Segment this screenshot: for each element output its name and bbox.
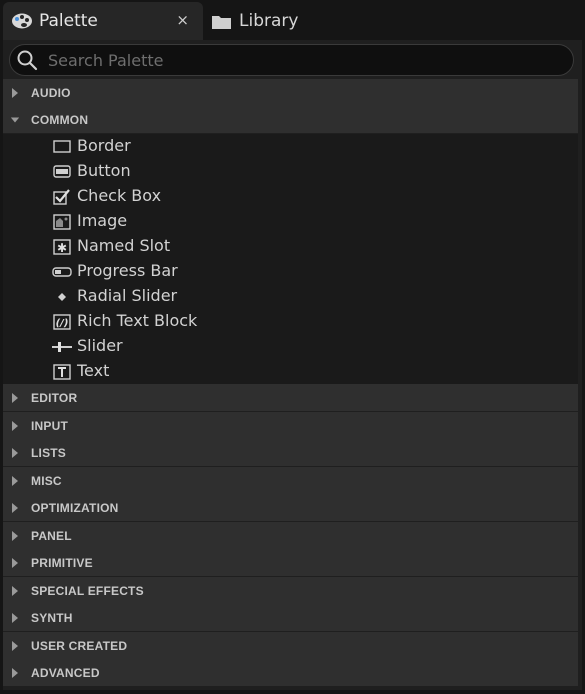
- svg-text:(/): (/): [56, 318, 69, 329]
- chevron-right-icon: [10, 612, 20, 624]
- category-primitive[interactable]: PRIMITIVE: [3, 549, 578, 576]
- widget-item-label: Text: [77, 361, 110, 380]
- category-label: LISTS: [31, 445, 67, 460]
- chevron-right-icon: [10, 87, 20, 99]
- category-panel[interactable]: PANEL: [3, 522, 578, 549]
- category-label: PANEL: [31, 528, 72, 543]
- category-label: MISC: [31, 473, 62, 488]
- category-special-effects[interactable]: SPECIAL EFFECTS: [3, 577, 578, 604]
- chevron-right-icon: [10, 502, 20, 514]
- chevron-down-icon: [10, 114, 20, 126]
- search-bar: [9, 44, 574, 76]
- widget-item-label: Slider: [77, 336, 123, 355]
- widget-item-label: Image: [77, 211, 128, 230]
- widget-item-label: Button: [77, 161, 131, 180]
- widget-item-label: Check Box: [77, 186, 162, 205]
- category-label: SPECIAL EFFECTS: [31, 583, 144, 598]
- widget-item-text[interactable]: Text: [3, 359, 578, 384]
- category-label: PRIMITIVE: [31, 555, 93, 570]
- radial-slider-icon: [52, 288, 72, 305]
- common-items-list: Border Button Check Box Image ✱ Named Sl…: [3, 134, 578, 384]
- progress-bar-icon: [52, 263, 72, 280]
- checkbox-icon: [52, 188, 72, 205]
- widget-item-named-slot[interactable]: ✱ Named Slot: [3, 234, 578, 259]
- chevron-right-icon: [10, 557, 20, 569]
- widget-item-label: Radial Slider: [77, 286, 178, 305]
- widget-item-radial-slider[interactable]: Radial Slider: [3, 284, 578, 309]
- widget-item-slider[interactable]: Slider: [3, 334, 578, 359]
- category-label: ADVANCED: [31, 665, 100, 680]
- named-slot-icon: ✱: [52, 238, 72, 255]
- widget-item-border[interactable]: Border: [3, 134, 578, 159]
- button-icon: [52, 163, 72, 180]
- chevron-right-icon: [10, 667, 20, 679]
- folder-icon: [211, 12, 233, 30]
- close-icon[interactable]: ×: [176, 11, 189, 29]
- chevron-right-icon: [10, 447, 20, 459]
- widget-item-progress-bar[interactable]: Progress Bar: [3, 259, 578, 284]
- text-icon: [52, 363, 72, 380]
- palette-panel: AUDIO COMMON Border Button Check Box: [3, 40, 582, 690]
- tab-palette[interactable]: Palette ×: [3, 2, 203, 40]
- category-user-created[interactable]: USER CREATED: [3, 632, 578, 659]
- search-box[interactable]: [9, 44, 574, 76]
- widget-item-image[interactable]: Image: [3, 209, 578, 234]
- tab-bar: Palette × Library: [0, 0, 585, 44]
- widget-item-checkbox[interactable]: Check Box: [3, 184, 578, 209]
- slider-icon: [52, 338, 72, 355]
- category-label: EDITOR: [31, 390, 78, 405]
- category-label: AUDIO: [31, 85, 71, 100]
- chevron-right-icon: [10, 530, 20, 542]
- widget-item-label: Rich Text Block: [77, 311, 198, 330]
- category-advanced[interactable]: ADVANCED: [3, 659, 578, 686]
- category-label: USER CREATED: [31, 638, 128, 653]
- category-misc[interactable]: MISC: [3, 467, 578, 494]
- widget-item-label: Border: [77, 136, 131, 155]
- search-icon: [16, 49, 38, 71]
- category-input[interactable]: INPUT: [3, 412, 578, 439]
- chevron-right-icon: [10, 585, 20, 597]
- chevron-right-icon: [10, 640, 20, 652]
- chevron-right-icon: [10, 420, 20, 432]
- tab-library-label: Library: [239, 11, 299, 31]
- category-label: SYNTH: [31, 610, 73, 625]
- chevron-right-icon: [10, 392, 20, 404]
- svg-text:✱: ✱: [57, 241, 67, 255]
- category-optimization[interactable]: OPTIMIZATION: [3, 494, 578, 521]
- category-label: INPUT: [31, 418, 68, 433]
- search-input[interactable]: [46, 49, 550, 71]
- category-lists[interactable]: LISTS: [3, 439, 578, 466]
- tab-palette-label: Palette: [39, 11, 98, 31]
- category-synth[interactable]: SYNTH: [3, 604, 578, 631]
- widget-item-label: Named Slot: [77, 236, 171, 255]
- palette-icon: [11, 12, 33, 30]
- widget-item-label: Progress Bar: [77, 261, 178, 280]
- category-common[interactable]: COMMON: [3, 106, 578, 133]
- border-icon: [52, 138, 72, 155]
- category-audio[interactable]: AUDIO: [3, 79, 578, 106]
- widget-item-button[interactable]: Button: [3, 159, 578, 184]
- chevron-right-icon: [10, 475, 20, 487]
- widget-item-rich-text-block[interactable]: (/) Rich Text Block: [3, 309, 578, 334]
- category-label: OPTIMIZATION: [31, 500, 119, 515]
- rich-text-icon: (/): [52, 313, 72, 330]
- tab-library[interactable]: Library: [205, 2, 385, 40]
- image-icon: [52, 213, 72, 230]
- category-editor[interactable]: EDITOR: [3, 384, 578, 411]
- category-label: COMMON: [31, 112, 89, 127]
